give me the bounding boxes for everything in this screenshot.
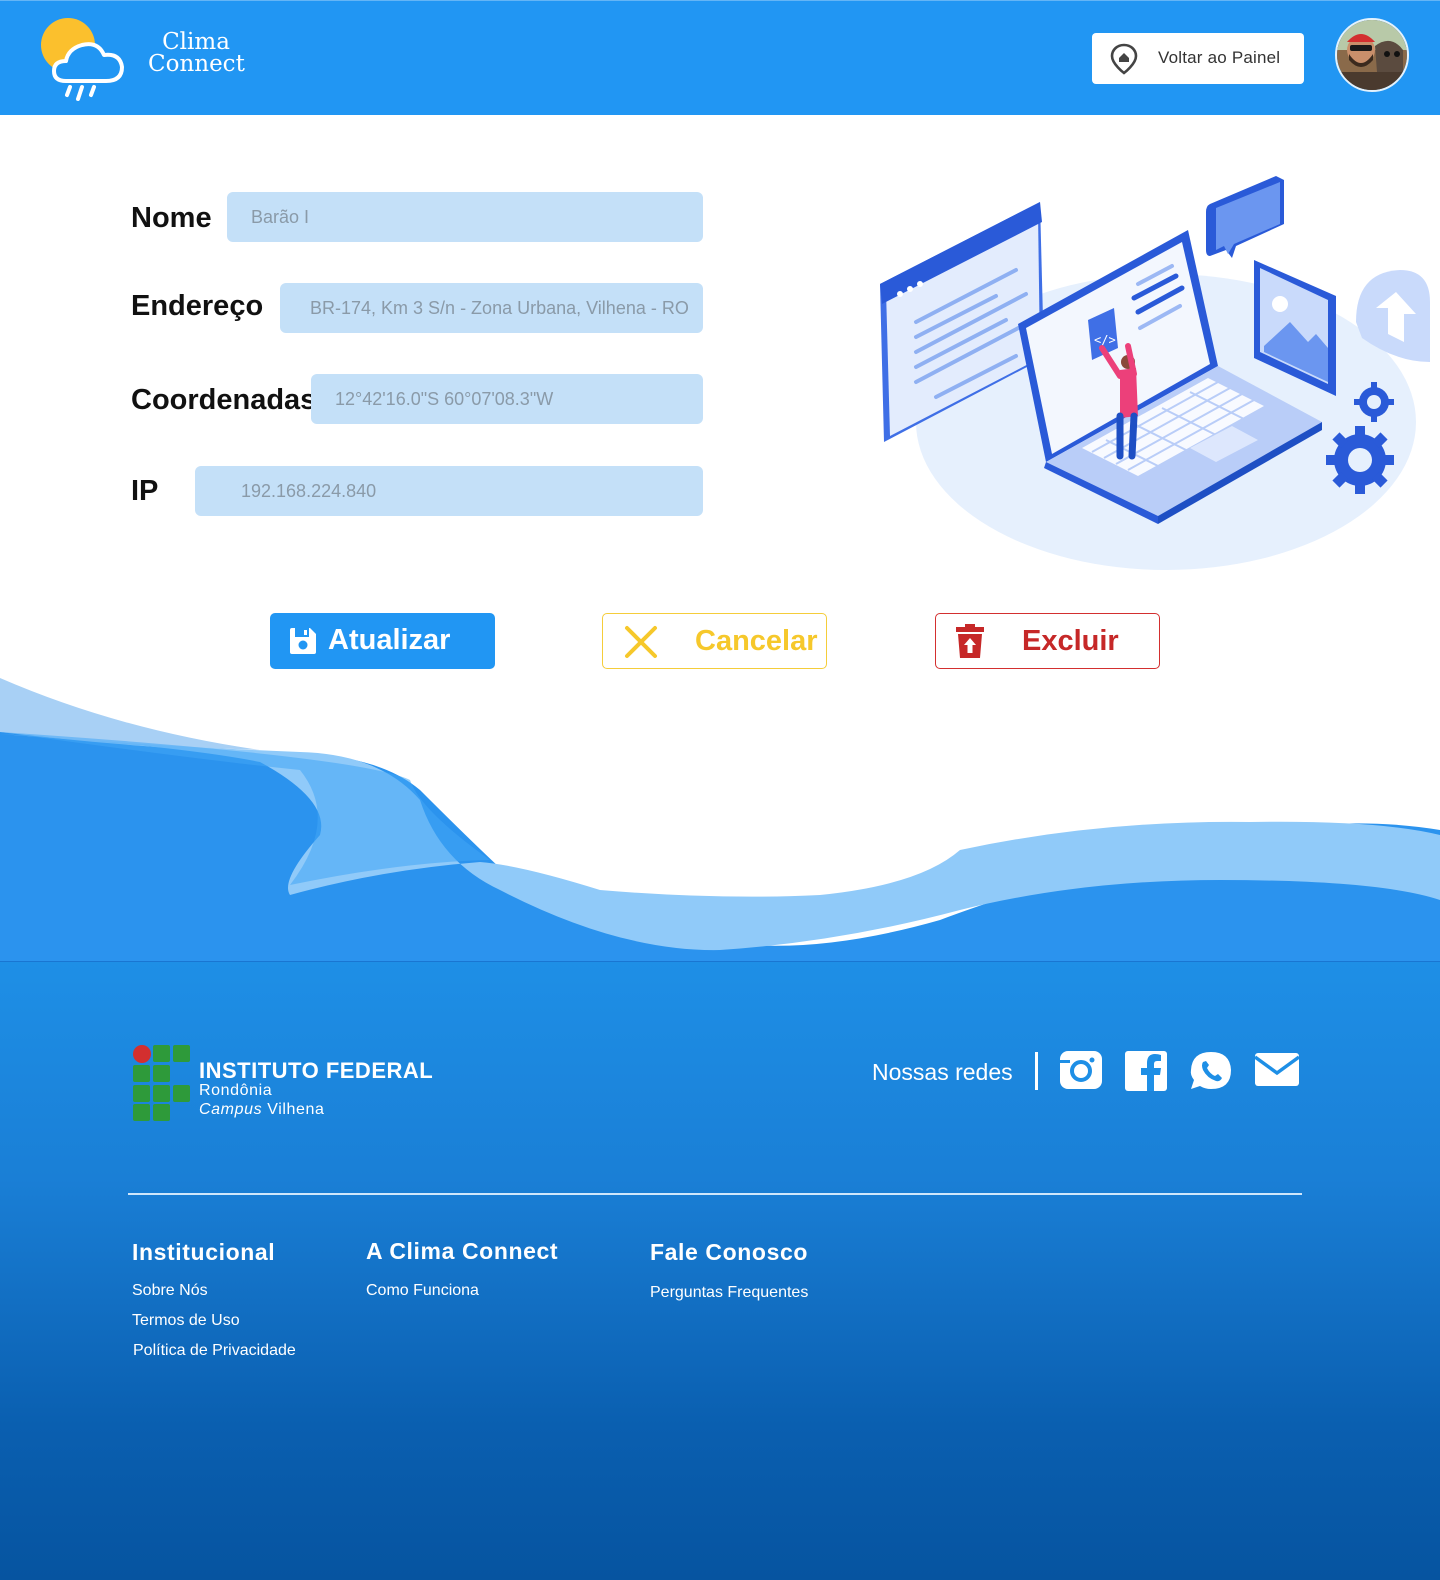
campus-name: Vilhena: [267, 1101, 325, 1118]
footer-col-institucional-title: Institucional: [132, 1239, 276, 1265]
institute-campus: Campus Vilhena: [199, 1101, 325, 1119]
ip-label: IP: [131, 475, 159, 507]
coordinates-label: Coordenadas: [131, 384, 317, 416]
coordinates-input[interactable]: [311, 374, 703, 424]
brand-name: Clima Connect: [148, 29, 245, 77]
update-button-label: Atualizar: [328, 624, 451, 656]
top-header: Clima Connect Voltar ao Painel: [0, 0, 1440, 115]
institute-state: Rondônia: [199, 1082, 273, 1099]
footer-link-politica-privacidade[interactable]: Política de Privacidade: [133, 1342, 296, 1360]
address-label: Endereço: [131, 290, 264, 322]
instituto-federal-logo-icon[interactable]: [133, 1045, 193, 1121]
avatar-photo-icon: [1337, 20, 1407, 90]
facebook-icon[interactable]: [1124, 1051, 1168, 1091]
footer-link-sobre-nos[interactable]: Sobre Nós: [132, 1282, 208, 1300]
user-avatar[interactable]: [1335, 18, 1409, 92]
footer-link-perguntas-frequentes[interactable]: Perguntas Frequentes: [650, 1284, 808, 1302]
brand-line-2: Connect: [148, 51, 245, 77]
trash-icon: [956, 624, 984, 658]
footer-divider: [128, 1193, 1302, 1195]
site-footer: INSTITUTO FEDERAL Rondônia Campus Vilhen…: [0, 961, 1440, 1580]
email-icon[interactable]: [1255, 1051, 1299, 1091]
delete-button-label: Excluir: [1022, 625, 1119, 657]
campus-word: Campus: [199, 1101, 263, 1118]
instagram-icon[interactable]: [1059, 1051, 1103, 1091]
svg-text:</>: </>: [1094, 333, 1116, 347]
location-pin-icon: [1110, 43, 1138, 75]
back-to-dashboard-button[interactable]: Voltar ao Painel: [1092, 33, 1304, 84]
cancel-button-label: Cancelar: [695, 625, 818, 657]
whatsapp-icon[interactable]: [1189, 1051, 1233, 1091]
close-x-icon: [625, 626, 657, 658]
cancel-button[interactable]: Cancelar: [602, 613, 827, 669]
update-button[interactable]: Atualizar: [270, 613, 495, 669]
footer-col-clima-connect-title: A Clima Connect: [366, 1238, 559, 1264]
decorative-wave-divider: [0, 678, 1440, 965]
institute-title: INSTITUTO FEDERAL: [199, 1058, 434, 1083]
name-label: Nome: [131, 202, 212, 234]
save-floppy-icon: [290, 628, 316, 654]
social-separator: [1035, 1052, 1038, 1090]
social-label: Nossas redes: [872, 1059, 1013, 1085]
footer-link-termos-de-uso[interactable]: Termos de Uso: [132, 1312, 240, 1330]
footer-link-como-funciona[interactable]: Como Funciona: [366, 1282, 479, 1300]
developer-laptop-illustration-icon: </>: [880, 176, 1430, 570]
address-input[interactable]: [280, 283, 703, 333]
name-input[interactable]: [227, 192, 703, 242]
ip-input[interactable]: [195, 466, 703, 516]
brand-line-1: Clima: [162, 29, 230, 55]
footer-col-fale-conosco-title: Fale Conosco: [650, 1239, 809, 1265]
delete-button[interactable]: Excluir: [935, 613, 1160, 669]
weather-logo-icon[interactable]: [40, 15, 130, 101]
back-button-label: Voltar ao Painel: [1158, 48, 1281, 67]
